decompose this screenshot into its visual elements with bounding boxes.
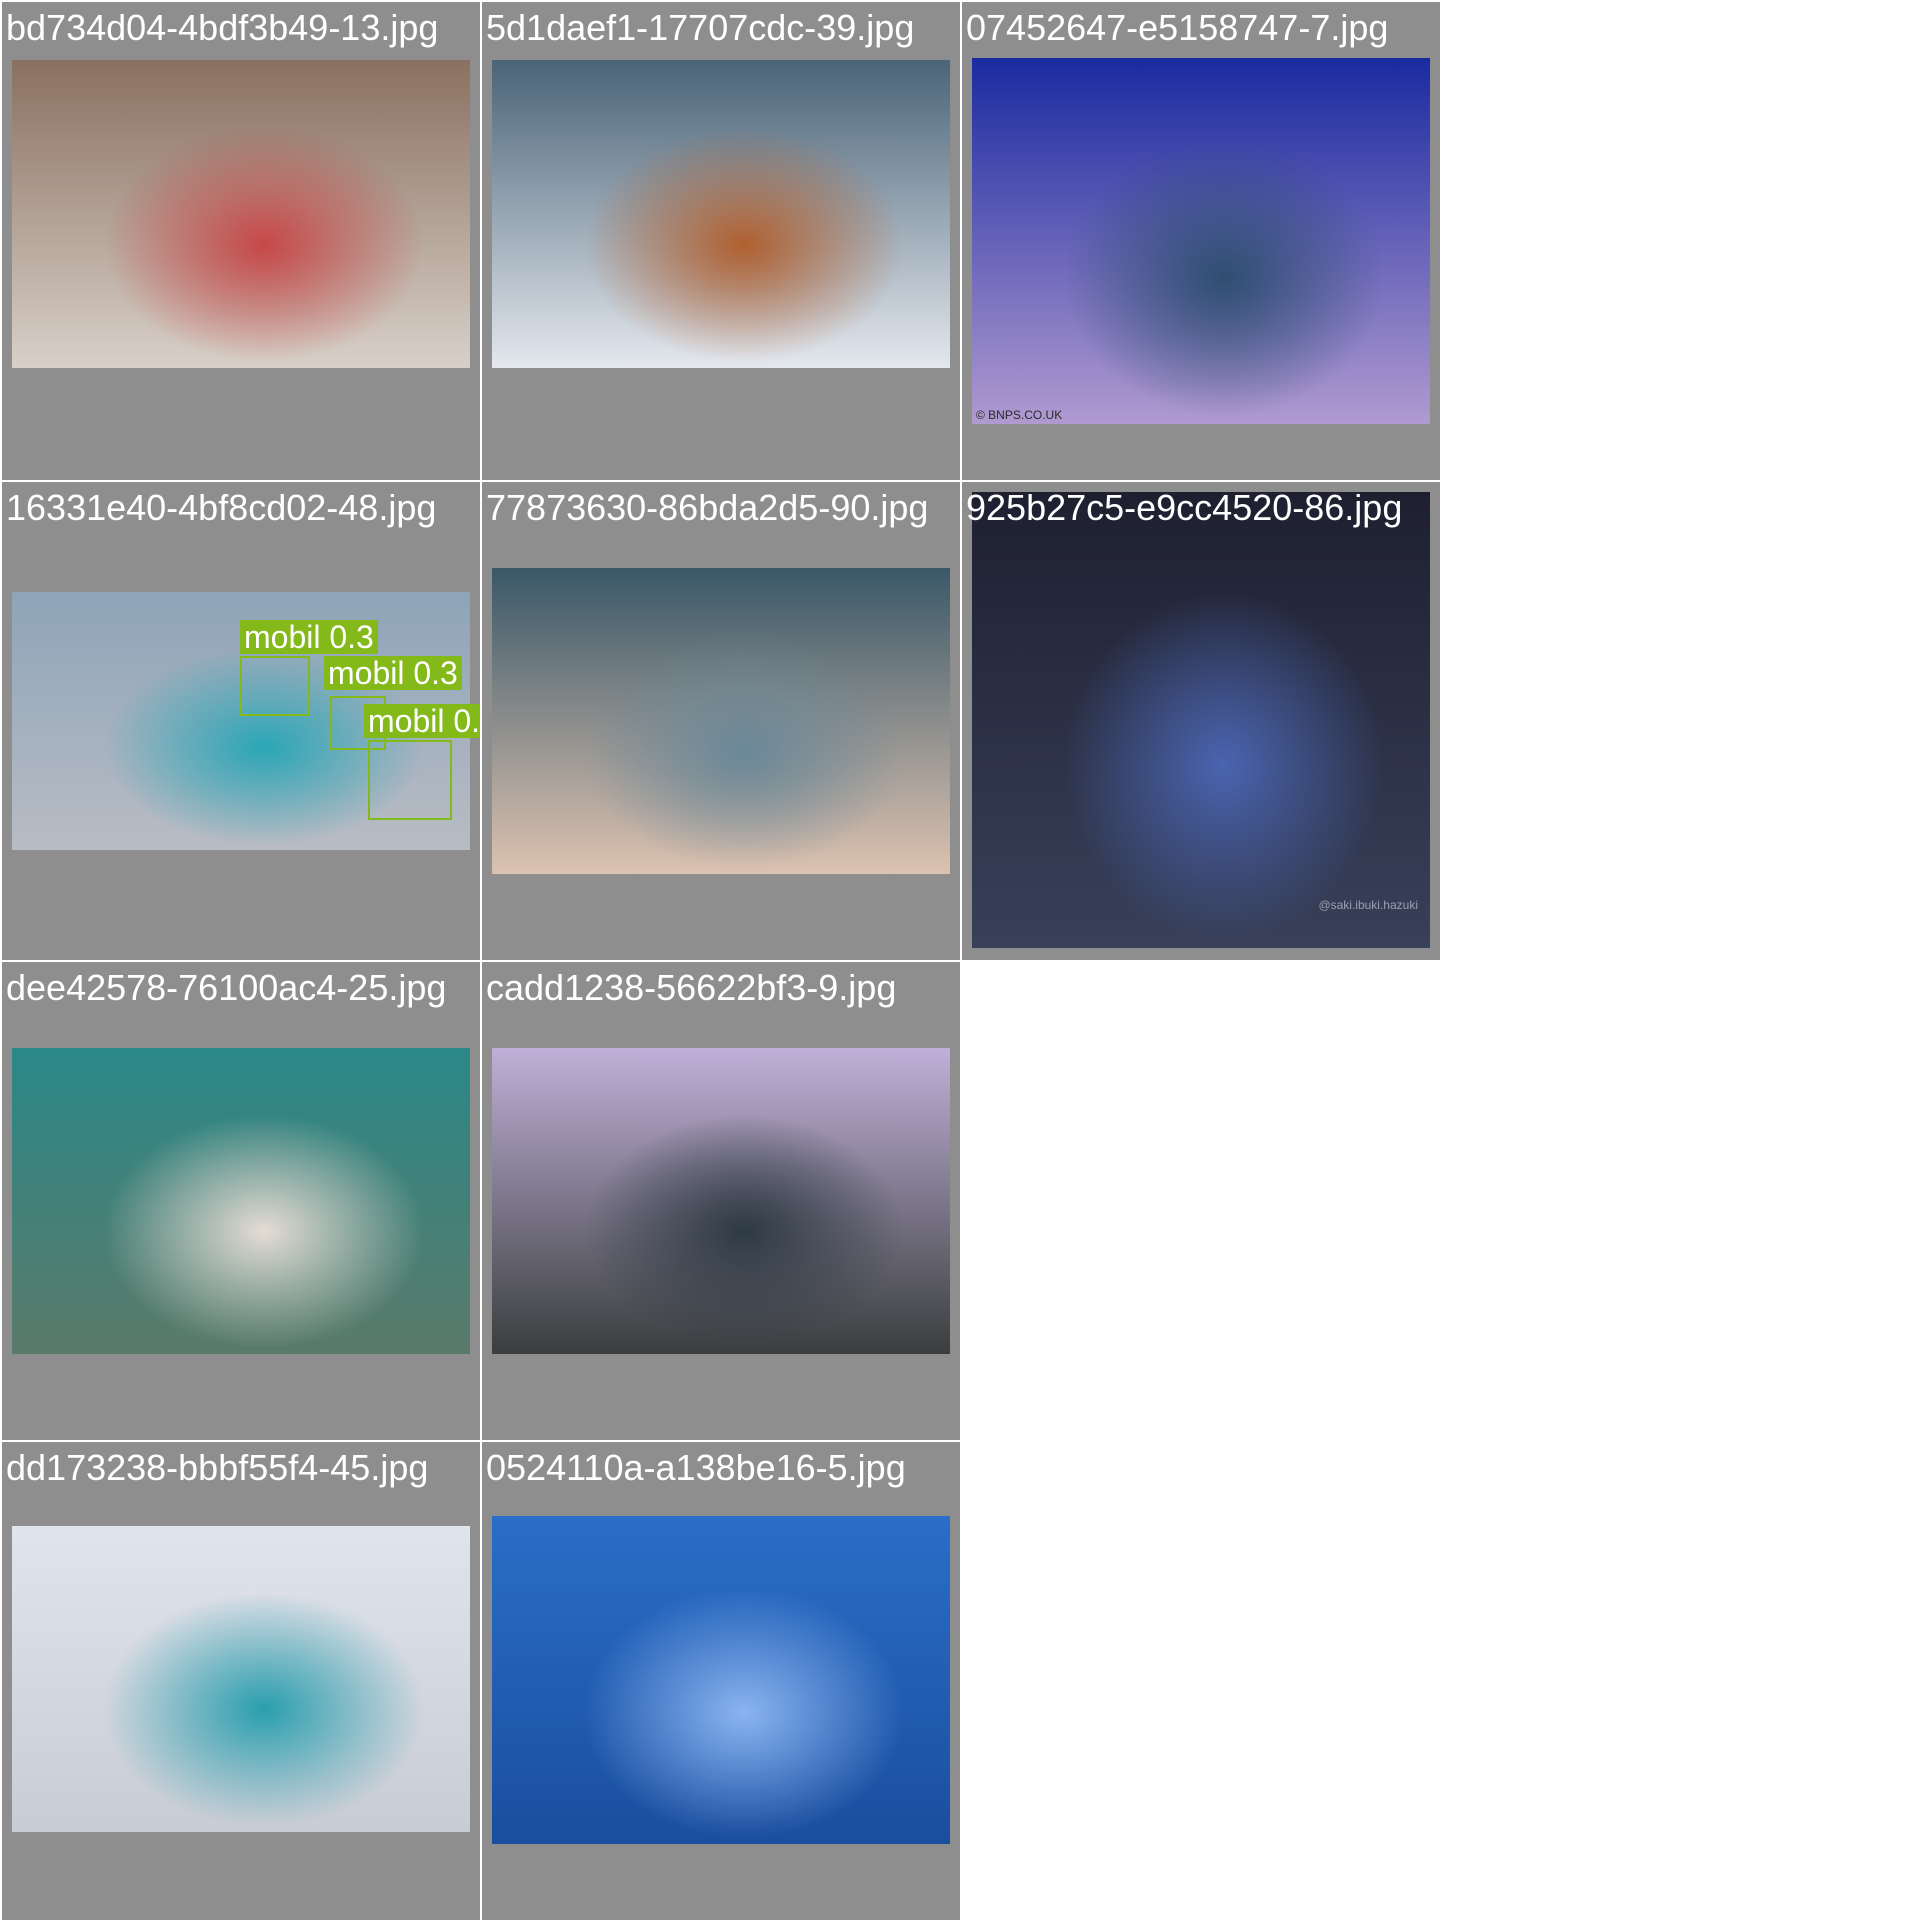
image-tile-1[interactable]: bd734d04-4bdf3b49-13.jpg	[2, 2, 480, 480]
photo-watermark: @saki.ibuki.hazuki	[1318, 898, 1418, 912]
tile-filename: bd734d04-4bdf3b49-13.jpg	[6, 7, 439, 48]
image-tile-3[interactable]: 07452647-e5158747-7.jpg © BNPS.CO.UK	[962, 2, 1440, 480]
image-tile-5[interactable]: 77873630-86bda2d5-90.jpg	[482, 482, 960, 960]
detection-box	[240, 656, 310, 716]
tile-filename: dee42578-76100ac4-25.jpg	[6, 967, 447, 1008]
photo-watermark: © BNPS.CO.UK	[976, 408, 1063, 422]
tile-filename: 925b27c5-e9cc4520-86.jpg	[966, 487, 1403, 528]
tile-photo	[492, 1516, 950, 1844]
tile-filename: 16331e40-4bf8cd02-48.jpg	[6, 487, 437, 528]
tile-filename: 5d1daef1-17707cdc-39.jpg	[486, 7, 915, 48]
image-tile-10[interactable]: 0524110a-a138be16-5.jpg	[482, 1442, 960, 1920]
tile-photo	[12, 60, 470, 368]
image-tile-6[interactable]: 925b27c5-e9cc4520-86.jpg @saki.ibuki.haz…	[962, 482, 1440, 960]
image-tile-4[interactable]: 16331e40-4bf8cd02-48.jpg mobil 0.3 mobil…	[2, 482, 480, 960]
tile-photo	[492, 568, 950, 874]
image-tile-2[interactable]: 5d1daef1-17707cdc-39.jpg	[482, 2, 960, 480]
tile-photo	[492, 1048, 950, 1354]
image-tile-9[interactable]: dd173238-bbbf55f4-45.jpg	[2, 1442, 480, 1920]
tile-photo	[12, 1048, 470, 1354]
tile-filename: cadd1238-56622bf3-9.jpg	[486, 967, 897, 1008]
tile-filename: 07452647-e5158747-7.jpg	[966, 7, 1389, 48]
tile-filename: 77873630-86bda2d5-90.jpg	[486, 487, 929, 528]
detection-label: mobil 0.3	[240, 620, 378, 654]
tile-photo: @saki.ibuki.hazuki	[972, 492, 1430, 948]
tile-photo	[12, 1526, 470, 1832]
image-tile-8[interactable]: cadd1238-56622bf3-9.jpg	[482, 962, 960, 1440]
detection-box	[368, 740, 452, 820]
tile-photo: © BNPS.CO.UK	[972, 58, 1430, 424]
image-tile-7[interactable]: dee42578-76100ac4-25.jpg	[2, 962, 480, 1440]
tile-photo	[492, 60, 950, 368]
tile-filename: 0524110a-a138be16-5.jpg	[486, 1447, 906, 1488]
detection-label: mobil 0.3	[364, 704, 480, 738]
detection-label: mobil 0.3	[324, 656, 462, 690]
tile-filename: dd173238-bbbf55f4-45.jpg	[6, 1447, 429, 1488]
